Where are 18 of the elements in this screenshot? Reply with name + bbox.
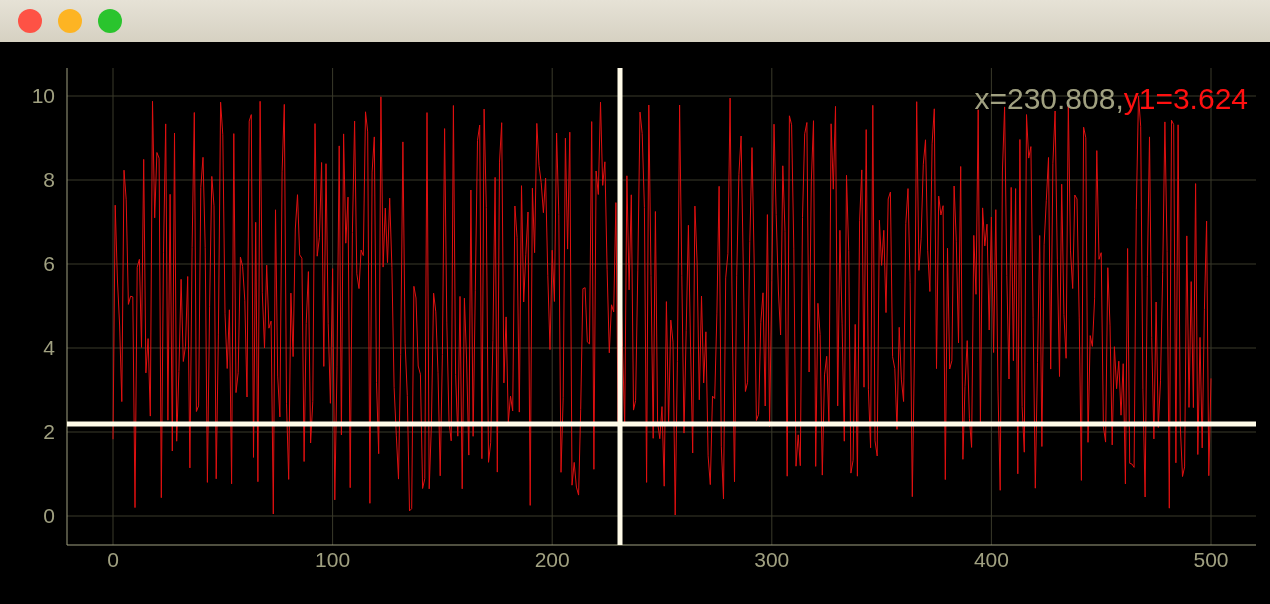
axis-tick-label: 200 — [534, 548, 570, 571]
axis-tick-label: 6 — [43, 252, 55, 275]
axis-tick-label: 500 — [1193, 548, 1229, 571]
axis-tick-label: 400 — [973, 548, 1009, 571]
maximize-button[interactable] — [98, 9, 122, 33]
axis-tick-label: 0 — [107, 548, 119, 571]
axis-tick-label: 10 — [31, 84, 55, 107]
cursor-readout: x=230.808,y1=3.624 — [974, 82, 1248, 115]
axis-tick-label: 2 — [43, 420, 55, 443]
axis-tick-label: 0 — [43, 504, 55, 527]
axis-tick-label: 8 — [43, 168, 55, 191]
crosshair-line[interactable] — [67, 421, 1256, 427]
minimize-button[interactable] — [58, 9, 82, 33]
axis-tick-label: 100 — [315, 548, 351, 571]
crosshair-line[interactable] — [617, 68, 623, 545]
axis-tick-label: 300 — [754, 548, 790, 571]
axis-tick-label: 4 — [43, 336, 55, 359]
close-button[interactable] — [18, 9, 42, 33]
